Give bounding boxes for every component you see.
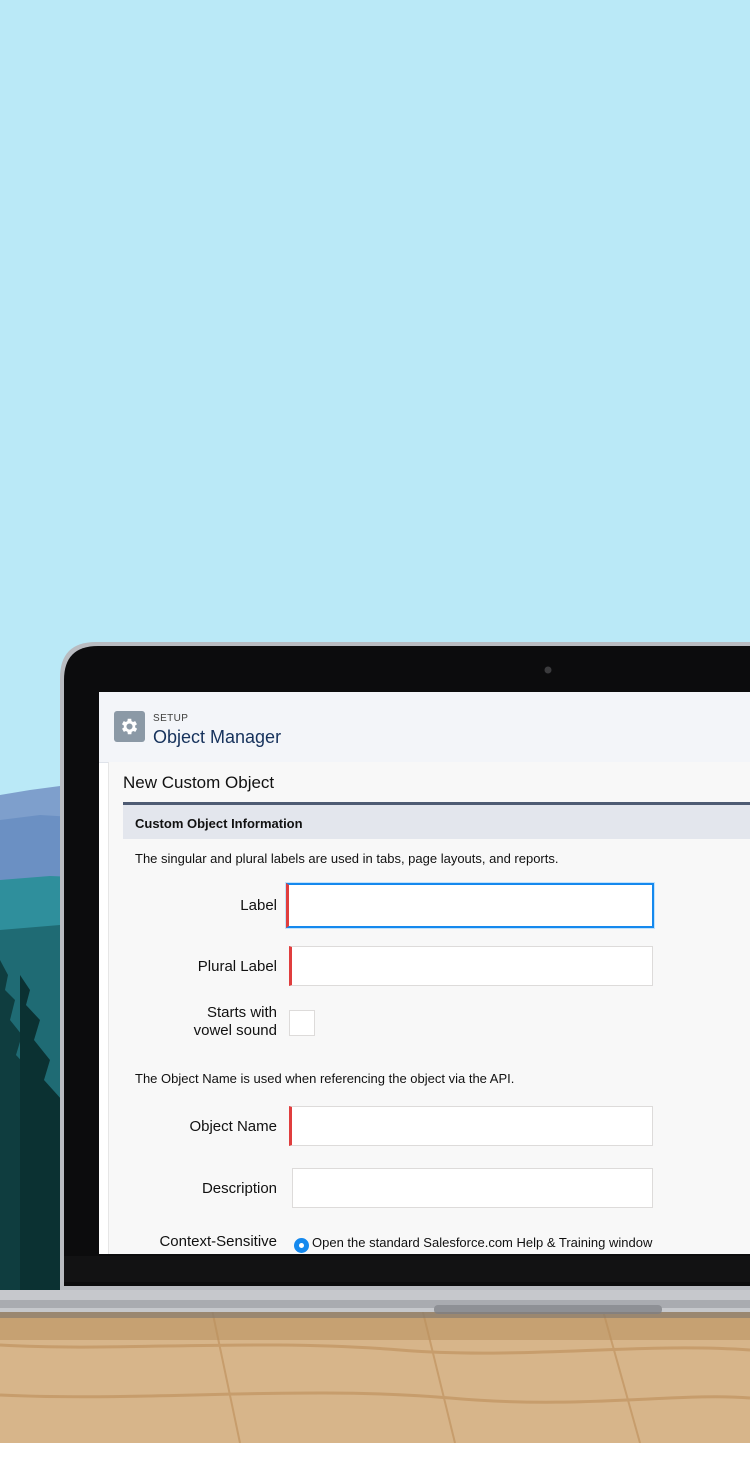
laptop-screen: SETUP Object Manager New Custom Object C… xyxy=(99,692,750,1254)
webcam xyxy=(544,666,552,674)
vowel-sound-checkbox[interactable] xyxy=(289,1010,315,1036)
section-header: Custom Object Information xyxy=(123,805,750,839)
vowel-sound-label: Starts with vowel sound xyxy=(109,1004,277,1040)
plural-label-input[interactable] xyxy=(289,946,653,986)
vowel-sound-label-line1: Starts with xyxy=(206,1004,277,1021)
vowel-sound-label-line2: vowel sound xyxy=(193,1022,277,1039)
section-title: Custom Object Information xyxy=(135,816,303,831)
label-input-box[interactable] xyxy=(289,885,652,926)
label-input[interactable] xyxy=(286,883,654,928)
page-title: New Custom Object xyxy=(123,773,275,792)
gear-icon[interactable] xyxy=(114,711,145,742)
plural-label-field-label: Plural Label xyxy=(197,958,277,975)
description-input-box[interactable] xyxy=(293,1169,652,1207)
help-option-label[interactable]: Open the standard Salesforce.com Help & … xyxy=(312,1235,652,1250)
object-name-input[interactable] xyxy=(289,1106,653,1146)
label-field-label: Label xyxy=(240,897,277,914)
plural-label-input-box[interactable] xyxy=(292,947,652,985)
setup-header: SETUP Object Manager xyxy=(99,692,750,763)
new-custom-object-panel: New Custom Object Custom Object Informat… xyxy=(108,762,750,1254)
help-option-radio[interactable] xyxy=(294,1238,309,1253)
object-name-field-label: Object Name xyxy=(189,1118,277,1135)
page-title-object-manager: Object Manager xyxy=(153,727,282,747)
api-note: The Object Name is used when referencing… xyxy=(135,1071,515,1086)
description-input[interactable] xyxy=(292,1168,653,1208)
labels-note: The singular and plural labels are used … xyxy=(135,851,559,866)
help-setting-label: Context-Sensitive xyxy=(159,1233,277,1250)
setup-label: SETUP xyxy=(153,713,189,724)
object-name-input-box[interactable] xyxy=(292,1107,652,1145)
description-field-label: Description xyxy=(201,1180,277,1197)
